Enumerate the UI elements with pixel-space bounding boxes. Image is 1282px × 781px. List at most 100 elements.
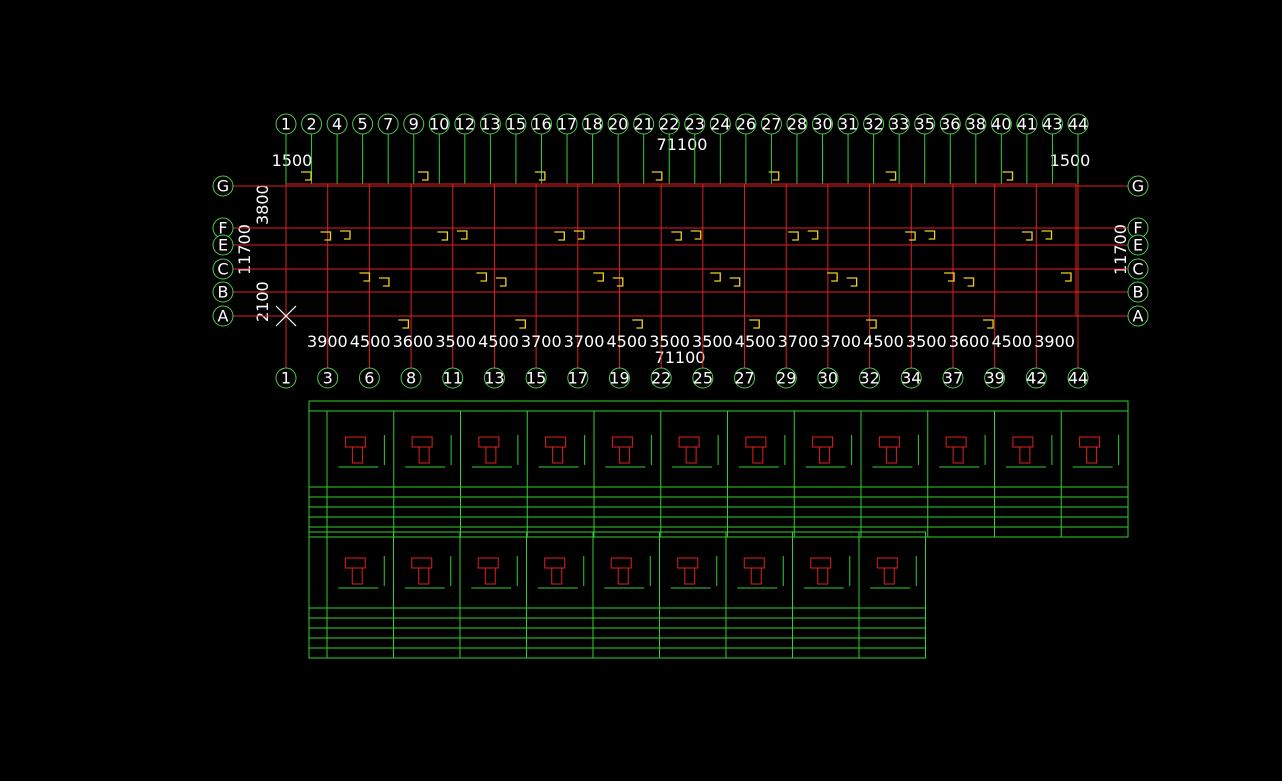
wall-segment [983, 319, 994, 329]
top-axis-label: 28 [787, 115, 807, 134]
wall-segment [1002, 171, 1014, 181]
wall-segment [593, 272, 604, 282]
top-axis-label: 30 [812, 115, 832, 134]
left-row-label: G [217, 177, 229, 196]
column-section-drawing [1086, 446, 1098, 464]
plan-outline [285, 183, 1077, 317]
column-section-drawing [351, 446, 363, 464]
bottom-axis-label: 22 [651, 369, 671, 388]
top-axis-label: 12 [455, 115, 475, 134]
bottom-dimension: 4500 [863, 332, 904, 351]
bottom-axis-label: 19 [609, 369, 629, 388]
top-axis-label: 9 [409, 115, 419, 134]
column-section-drawing [610, 557, 632, 569]
column-section-drawing [1079, 436, 1101, 448]
bottom-dimension: 3600 [393, 332, 434, 351]
column-section-drawing [1019, 446, 1031, 464]
wall-segment [885, 171, 897, 181]
column-section-drawing [817, 567, 829, 585]
top-dim-left: 1500 [272, 151, 313, 170]
column-section-drawing [810, 557, 832, 569]
wall-segment [456, 230, 468, 240]
top-total-dimension: 71100 [657, 135, 708, 154]
bottom-axis-label: 34 [901, 369, 921, 388]
top-axis-label: 21 [633, 115, 653, 134]
bottom-dimension: 3500 [906, 332, 947, 351]
detail-table [308, 531, 926, 659]
bottom-axis-label: 37 [943, 369, 963, 388]
wall-segment [476, 272, 488, 282]
column-section-drawing [551, 567, 563, 585]
bottom-dimension: 3700 [778, 332, 819, 351]
column-section-drawing [750, 567, 762, 585]
wall-segment [690, 230, 702, 240]
top-axis-label: 31 [838, 115, 858, 134]
top-axis-label: 24 [710, 115, 730, 134]
bottom-dimension: 3900 [307, 332, 348, 351]
right-total-dimension: 11700 [1111, 224, 1130, 275]
wall-segment [437, 231, 449, 241]
wall-segment [729, 277, 741, 287]
column-section-drawing [812, 436, 834, 448]
wall-segment [866, 319, 877, 329]
left-dim-top: 3800 [253, 184, 272, 225]
top-axis-label: 43 [1042, 115, 1062, 134]
top-axis-label: 20 [608, 115, 628, 134]
column-section-drawing [952, 446, 964, 464]
bottom-dimension: 3500 [435, 332, 476, 351]
structural-drawing: 71100 1500 1500 71100 11700 11700 3800 2… [212, 113, 1149, 659]
bottom-dimension: 3700 [521, 332, 562, 351]
left-row-label: A [218, 307, 229, 326]
column-section-drawing [344, 436, 366, 448]
column-section-drawing [678, 436, 700, 448]
column-section-drawing [477, 557, 499, 569]
wall-segment [554, 231, 565, 241]
detail-header [308, 400, 1129, 412]
column-section-drawing [611, 436, 633, 448]
wall-segment [788, 231, 799, 241]
wall-segment [339, 230, 351, 240]
column-section-drawing [684, 567, 696, 585]
top-axis-label: 13 [480, 115, 500, 134]
wall-segment [632, 319, 643, 329]
top-axis-label: 32 [863, 115, 883, 134]
bottom-dimension: 3600 [949, 332, 990, 351]
column-section-drawing [618, 446, 630, 464]
bottom-dimension: 3700 [820, 332, 861, 351]
column-section-drawing [1012, 436, 1034, 448]
column-section-drawing [885, 446, 897, 464]
left-row-label: E [218, 236, 228, 255]
bottom-axis-label: 27 [734, 369, 754, 388]
wall-segment [1041, 230, 1053, 240]
wall-segment [651, 171, 663, 181]
column-section-drawing [878, 436, 900, 448]
column-section-drawing [552, 446, 564, 464]
wall-segment [807, 230, 819, 240]
detail-table [308, 410, 1129, 538]
wall-segment [301, 171, 312, 181]
wall-segment [768, 171, 780, 181]
column-section-drawing [411, 557, 433, 569]
bottom-axis-label: 25 [693, 369, 713, 388]
column-section-drawing [752, 446, 764, 464]
bottom-dimension: 3500 [649, 332, 690, 351]
bottom-axis-label: 44 [1068, 369, 1088, 388]
top-axis-label: 5 [358, 115, 368, 134]
top-axis-label: 10 [429, 115, 449, 134]
column-section-drawing [685, 446, 697, 464]
wall-segment [905, 231, 916, 241]
top-axis-label: 1 [281, 115, 291, 134]
bottom-dimension: 3900 [1034, 332, 1075, 351]
top-axis-label: 26 [736, 115, 756, 134]
bottom-dimension: 4500 [606, 332, 647, 351]
wall-segment [398, 319, 410, 329]
top-axis-label: 16 [531, 115, 551, 134]
right-row-label: B [1133, 283, 1144, 302]
bottom-dimension: 4500 [350, 332, 391, 351]
bottom-axis-label: 30 [818, 369, 838, 388]
column-section-drawing [745, 436, 767, 448]
left-row-label: B [218, 283, 229, 302]
top-axis-label: 36 [940, 115, 960, 134]
bottom-axis-label: 3 [323, 369, 333, 388]
column-section-drawing [743, 557, 765, 569]
